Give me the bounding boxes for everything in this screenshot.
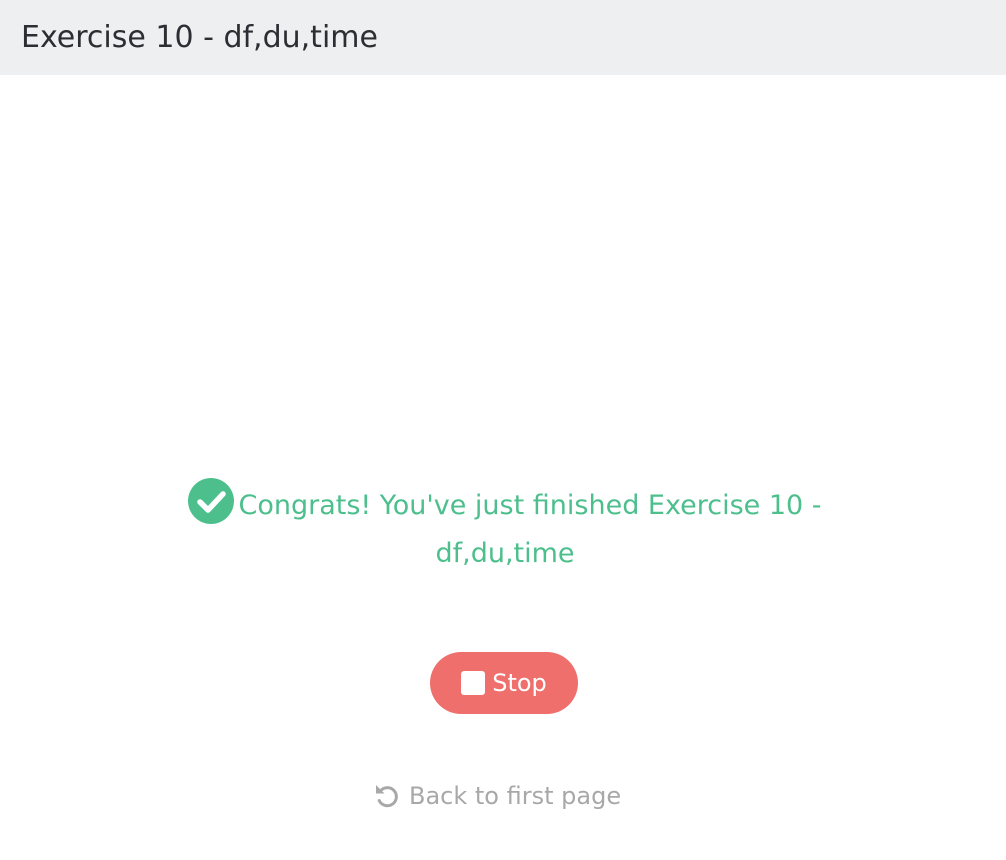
back-label: Back to first page	[409, 782, 622, 810]
check-circle-icon	[188, 478, 235, 524]
exercise-header: Exercise 10 - df,du,time	[0, 0, 1006, 75]
stop-button[interactable]: Stop	[430, 652, 578, 714]
page-title: Exercise 10 - df,du,time	[21, 20, 378, 55]
success-text: Congrats! You've just finished Exercise …	[238, 490, 822, 569]
stop-icon	[461, 671, 486, 695]
back-to-first-page-link[interactable]: Back to first page	[373, 776, 621, 816]
success-message: Congrats! You've just finished Exercise …	[160, 478, 850, 578]
undo-icon	[373, 782, 401, 810]
stop-label: Stop	[492, 669, 547, 697]
